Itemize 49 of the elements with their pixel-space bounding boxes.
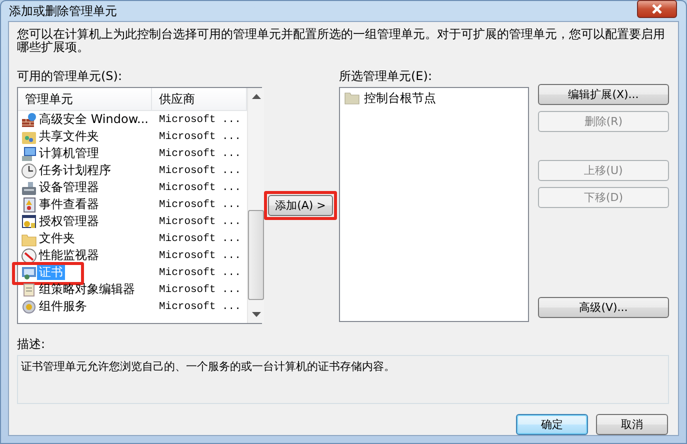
vendor-text: Microsoft ...	[158, 266, 241, 278]
list-item[interactable]: 组件服务	[37, 299, 89, 314]
firewall-icon	[21, 112, 37, 128]
scroll-icon	[21, 282, 37, 298]
list-label: 所选管理单元(E):	[339, 68, 433, 85]
vendor-text: Microsoft ...	[158, 164, 241, 176]
cancel-button[interactable]: 取消	[596, 414, 668, 435]
folder-icon	[344, 90, 360, 106]
device-icon	[21, 180, 37, 196]
computer-icon	[21, 146, 37, 162]
scrollbar[interactable]	[247, 88, 264, 323]
scroll-down-icon[interactable]	[252, 312, 260, 317]
window-title: 添加或删除管理单元	[8, 2, 117, 20]
description-text: 证书管理单元允许您浏览自己的、一个服务的或一台计算机的证书存储内容。	[17, 355, 669, 404]
list-label: 可用的管理单元(S):	[17, 68, 124, 85]
certificate-icon	[21, 264, 37, 280]
list-item[interactable]: 授权管理器	[37, 214, 101, 229]
list-item[interactable]: 设备管理器	[37, 180, 101, 195]
list-item[interactable]: 组策略对象编辑器	[37, 282, 137, 297]
tree-item[interactable]: 控制台根节点	[362, 90, 438, 106]
instruction-text: 您可以在计算机上为此控制台选择可用的管理单元并配置所选的一组管理单元。对于可扩展的管理单元，您可以配置要启用哪些扩展项。	[17, 28, 666, 54]
vendor-text: Microsoft ...	[158, 250, 241, 262]
description-label: 描述:	[17, 336, 46, 353]
close-icon	[651, 4, 663, 14]
vendor-text: Microsoft ...	[158, 148, 241, 160]
clock-icon	[21, 162, 37, 178]
side-button[interactable]: 编辑扩展(X)...	[538, 84, 669, 105]
list-item[interactable]: 文件夹	[37, 231, 77, 246]
vendor-text: Microsoft ...	[158, 182, 241, 194]
close-button[interactable]	[637, 0, 677, 18]
vendor-text: Microsoft ...	[158, 300, 241, 312]
list-item[interactable]: 任务计划程序	[37, 163, 113, 178]
list-item[interactable]: 性能监视器	[37, 248, 101, 263]
column-header[interactable]: 管理单元	[18, 88, 152, 110]
vendor-text: Microsoft ...	[158, 216, 241, 228]
scroll-thumb[interactable]	[248, 210, 264, 300]
list-item[interactable]: 事件查看器	[37, 197, 101, 212]
vendor-text: Microsoft ...	[158, 198, 241, 210]
list-item[interactable]: 高级安全 Window...	[37, 112, 150, 127]
scroll-up-icon[interactable]	[252, 94, 260, 99]
list-item[interactable]: 计算机管理	[37, 146, 101, 161]
vendor-text: Microsoft ...	[158, 284, 241, 296]
side-button[interactable]: 高级(V)...	[538, 297, 669, 318]
vendor-text: Microsoft ...	[158, 114, 241, 126]
list-item[interactable]: 共享文件夹	[37, 129, 101, 144]
ok-button[interactable]: 确定	[516, 414, 588, 435]
vendor-text: Microsoft ...	[158, 130, 241, 142]
add-button[interactable]: 添加(A) >	[268, 194, 333, 216]
vendor-text: Microsoft ...	[158, 232, 241, 244]
